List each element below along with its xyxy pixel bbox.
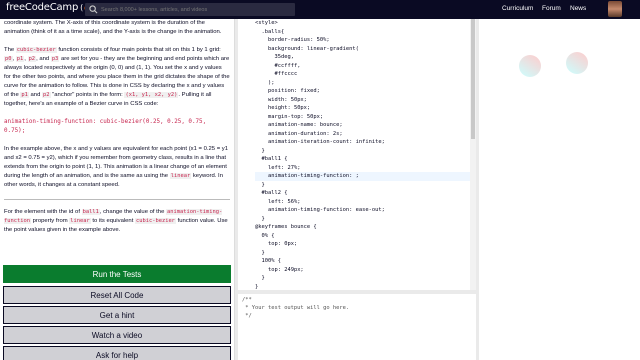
text: and: [30, 92, 41, 98]
code-line[interactable]: top: 0px;: [255, 240, 470, 249]
preview-pane: [479, 19, 640, 360]
text: For the element with the id of: [4, 209, 80, 215]
lesson-paragraph-1: coordinate system. The X-axis of this co…: [4, 20, 222, 35]
text: "anchor" points in the form:: [52, 92, 123, 98]
code-line[interactable]: position: fixed;: [255, 87, 470, 96]
code-editor[interactable]: <style> .balls{ border-radius: 50%; back…: [238, 19, 476, 290]
search-input[interactable]: [101, 6, 281, 13]
code-line[interactable]: left: 27%;: [255, 164, 470, 173]
ball1-preview: [519, 55, 541, 77]
code-line[interactable]: border-radius: 50%;: [255, 36, 470, 45]
lesson-instructions: For the element with the id of ball1, ch…: [0, 208, 234, 235]
user-avatar[interactable]: [608, 1, 622, 17]
watch-video-button[interactable]: Watch a video: [3, 326, 231, 344]
code-line[interactable]: #ffcccc: [255, 70, 470, 79]
code-line[interactable]: animation-timing-function: ease-out;: [255, 206, 470, 215]
task-paragraph: For the element with the id of ball1, ch…: [4, 208, 230, 235]
inline-code: p1: [15, 56, 25, 62]
inline-code: ball1: [81, 209, 100, 215]
lesson-description: coordinate system. The X-axis of this co…: [0, 19, 234, 190]
inline-code: (x1, y1, x2, y2): [124, 92, 179, 98]
code-line[interactable]: left: 56%;: [255, 198, 470, 207]
code-line[interactable]: 35deg,: [255, 53, 470, 62]
code-line[interactable]: }: [255, 249, 470, 258]
text: The: [4, 47, 15, 53]
code-line[interactable]: 100% {: [255, 257, 470, 266]
inline-code: p2: [27, 56, 37, 62]
lesson-paragraph-2: The cubic-bezier function consists of fo…: [4, 47, 230, 107]
ask-help-button[interactable]: Ask for help: [3, 346, 231, 360]
text: function consists of four main points th…: [58, 47, 221, 53]
code-line[interactable]: .balls{: [255, 28, 470, 37]
code-line[interactable]: top: 249px;: [255, 266, 470, 275]
text: , and: [36, 56, 50, 62]
code-line[interactable]: }: [255, 274, 470, 283]
code-line[interactable]: }: [255, 181, 470, 190]
text: property from: [32, 218, 68, 224]
code-line[interactable]: #ball1 {: [255, 155, 470, 164]
code-line[interactable]: 0% {: [255, 232, 470, 241]
nav-news-link[interactable]: News: [570, 5, 586, 12]
inline-code: p0: [4, 56, 13, 62]
test-output-console: /** * Your test output will go here. */: [238, 294, 476, 360]
inline-code: linear: [69, 218, 91, 224]
editor-gutter: [238, 19, 252, 290]
code-line[interactable]: @keyframes bounce {: [255, 223, 470, 232]
example-code-block: animation-timing-function: cubic-bezier(…: [4, 119, 207, 134]
top-navbar: freeCodeCamp(🔥) Curriculum Forum News: [0, 0, 640, 19]
logo-text: freeCodeCamp: [6, 2, 79, 13]
search-icon: [89, 5, 98, 14]
nav-forum-link[interactable]: Forum: [542, 5, 561, 12]
code-line[interactable]: height: 50px;: [255, 104, 470, 113]
code-line[interactable]: <style>: [255, 19, 470, 28]
code-line[interactable]: );: [255, 79, 470, 88]
code-line[interactable]: animation-name: bounce;: [255, 121, 470, 130]
code-line[interactable]: width: 50px;: [255, 96, 470, 105]
code-line[interactable]: background: linear-gradient(: [255, 45, 470, 54]
inline-code: cubic-bezier: [15, 47, 57, 53]
text: to its equivalent: [92, 218, 134, 224]
code-line[interactable]: #ball2 {: [255, 189, 470, 198]
editor-code[interactable]: <style> .balls{ border-radius: 50%; back…: [255, 19, 470, 290]
editor-scroll-thumb[interactable]: [471, 19, 475, 139]
inline-code: p1: [20, 92, 29, 98]
inline-code: cubic-bezier: [134, 218, 176, 224]
search-bar[interactable]: [85, 3, 295, 16]
code-line[interactable]: animation-timing-function: ;: [255, 172, 470, 181]
inline-code: linear: [169, 173, 192, 179]
code-line[interactable]: }: [255, 215, 470, 224]
nav-curriculum-link[interactable]: Curriculum: [502, 5, 533, 12]
code-line[interactable]: }: [255, 283, 470, 291]
code-line[interactable]: animation-iteration-count: infinite;: [255, 138, 470, 147]
code-line[interactable]: margin-top: 50px;: [255, 113, 470, 122]
freecodecamp-logo[interactable]: freeCodeCamp(🔥): [6, 2, 96, 13]
reset-code-button[interactable]: Reset All Code: [3, 286, 231, 304]
text: , change the value of the: [99, 209, 165, 215]
code-line[interactable]: }: [255, 147, 470, 156]
get-hint-button[interactable]: Get a hint: [3, 306, 231, 324]
run-tests-button[interactable]: Run the Tests: [3, 265, 231, 283]
section-divider: [4, 199, 230, 200]
inline-code: p2: [42, 92, 51, 98]
inline-code: p3: [50, 56, 60, 62]
code-line[interactable]: animation-duration: 2s;: [255, 130, 470, 139]
ball2-preview: [566, 52, 588, 74]
code-line[interactable]: #ccffff,: [255, 62, 470, 71]
lesson-paragraph-3: In the example above, the x and y values…: [4, 145, 230, 190]
